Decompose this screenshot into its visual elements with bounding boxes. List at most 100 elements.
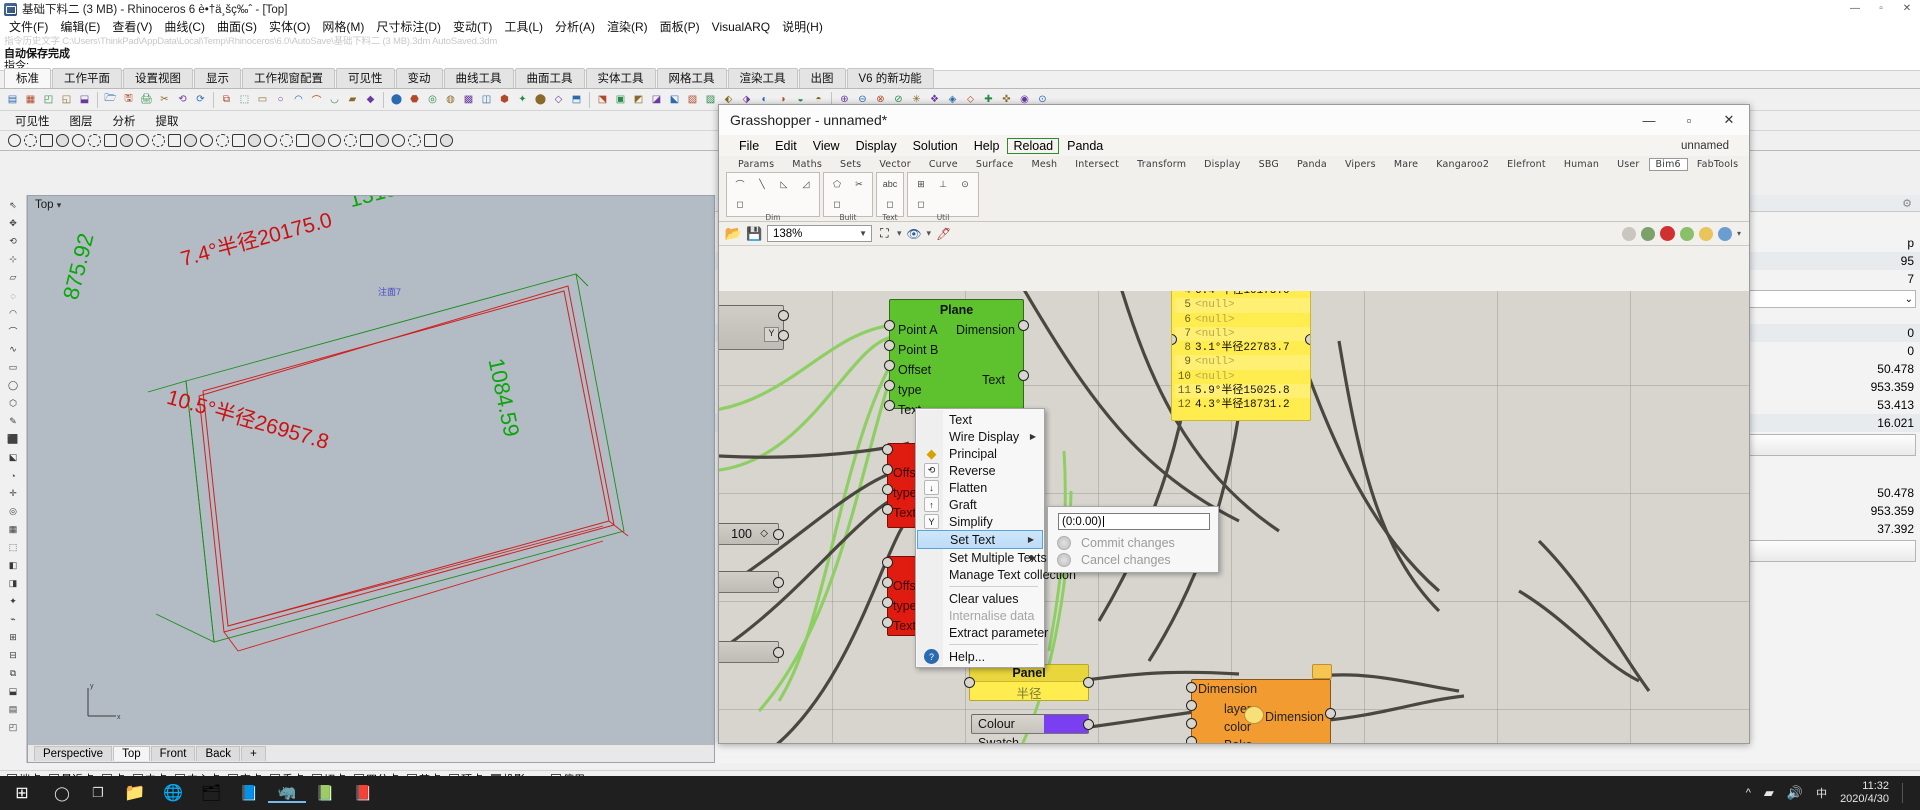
node-input-nub[interactable] [1186, 736, 1197, 743]
rhino-shape-icon-16[interactable] [264, 134, 277, 147]
rhino-tool-icon-11[interactable]: ⧉ [218, 91, 235, 108]
gh-ribbon-tab-user[interactable]: User [1608, 159, 1648, 170]
rhino-menu-item-1[interactable]: 编辑(E) [54, 18, 106, 35]
viewport-tool-icon-26[interactable]: ⧉ [4, 666, 23, 681]
gh-ribbon-tab-maths[interactable]: Maths [783, 159, 831, 170]
gh-ribbon-tab-params[interactable]: Params [729, 159, 783, 170]
rhino-tool-icon-37[interactable]: ▨ [702, 91, 719, 108]
rhino-tool-icon-3[interactable]: ◱ [58, 91, 75, 108]
rhino-tool-icon-28[interactable]: ⬤ [532, 91, 549, 108]
rhino-tab-12[interactable]: 出图 [798, 68, 846, 88]
node-output-nub[interactable] [773, 647, 784, 658]
rhino-tool-icon-31[interactable]: ⬔ [594, 91, 611, 108]
node-warning-badge[interactable] [1312, 664, 1332, 679]
viewport-tool-icon-27[interactable]: ⬓ [4, 684, 23, 699]
gh-component-button-extra-2[interactable]: ◻ [880, 195, 900, 213]
rhino-menu-item-9[interactable]: 工具(L) [498, 18, 549, 35]
rhino-menu-item-12[interactable]: 面板(P) [654, 18, 706, 35]
rhino-shape-icon-1[interactable] [24, 134, 37, 147]
menu-item-help[interactable]: ? Help... [916, 648, 1044, 665]
widget-icon-4[interactable] [1679, 226, 1694, 241]
show-desktop-button[interactable] [1902, 783, 1908, 803]
rhino-tool-icon-25[interactable]: ◫ [478, 91, 495, 108]
rhino-menu-item-5[interactable]: 实体(O) [263, 18, 316, 35]
menu-item-graft[interactable]: ↑ Graft [916, 496, 1044, 513]
viewport-tool-icon-6[interactable]: ◠ [4, 306, 23, 321]
viewport-tool-icon-19[interactable]: ⬚ [4, 540, 23, 555]
preview-eye-icon[interactable]: 👁 [906, 225, 923, 242]
gh-ribbon-tab-mare[interactable]: Mare [1385, 159, 1427, 170]
rhino-tool-icon-8[interactable]: ✂ [156, 91, 173, 108]
node-input-nub[interactable] [1186, 700, 1197, 711]
node-number-100[interactable]: 100 ◇ [719, 523, 784, 545]
rhino-tab-11[interactable]: 渲染工具 [727, 68, 798, 88]
menu-item-extract-parameter[interactable]: Extract parameter [916, 624, 1048, 641]
rhino-tool-icon-0[interactable]: ▤ [4, 91, 21, 108]
minimize-icon[interactable]: — [1842, 0, 1868, 17]
tray-expand-icon[interactable]: ^ [1746, 787, 1751, 799]
node-output-nub[interactable] [778, 330, 789, 341]
gh-ribbon-tab-sets[interactable]: Sets [831, 159, 870, 170]
rhino-tool-icon-27[interactable]: ✦ [514, 91, 531, 108]
viewport-tool-icon-12[interactable]: ✎ [4, 414, 23, 429]
rhino-shape-icon-26[interactable] [424, 134, 437, 147]
viewport-tool-icon-2[interactable]: ⟲ [4, 234, 23, 249]
taskview-icon[interactable]: ❐ [80, 785, 116, 801]
viewport-tool-icon-17[interactable]: ◎ [4, 504, 23, 519]
rhino-tool-icon-34[interactable]: ◪ [648, 91, 665, 108]
gh-menu-file[interactable]: File [731, 139, 767, 153]
rhino-shape-icon-13[interactable] [216, 134, 229, 147]
node-input-nub[interactable] [884, 340, 895, 351]
node-output-nub[interactable] [1018, 370, 1029, 381]
node-input-nub[interactable] [882, 617, 893, 628]
rhino-tab-8[interactable]: 曲面工具 [514, 68, 585, 88]
set-text-submenu[interactable]: (0:0.00) Commit changes Cancel changes [1047, 506, 1219, 573]
rhino-tool-icon-22[interactable]: ◎ [424, 91, 441, 108]
rhino-menu-item-3[interactable]: 曲线(C) [158, 18, 211, 35]
close-icon[interactable]: ✕ [1894, 0, 1920, 17]
rhino-menu-item-4[interactable]: 曲面(S) [211, 18, 263, 35]
menu-item-wire-display[interactable]: Wire Display ▶ [916, 428, 1044, 445]
rhino-tool-icon-36[interactable]: ▧ [684, 91, 701, 108]
node-input-nub[interactable] [882, 557, 893, 568]
node-input-nub[interactable] [964, 677, 975, 688]
gh-component-button-0-0[interactable]: ⌒ [730, 175, 750, 193]
gh-ribbon-tab-display[interactable]: Display [1195, 159, 1249, 170]
rhino-tab-3[interactable]: 显示 [194, 68, 241, 88]
rhino-menu-item-11[interactable]: 渲染(R) [601, 18, 654, 35]
node-input-nub[interactable] [884, 380, 895, 391]
rhino-tool-icon-1[interactable]: ▦ [22, 91, 39, 108]
gh-menu-reload[interactable]: Reload [1007, 137, 1060, 154]
rhino-tool-icon-21[interactable]: ⬣ [406, 91, 423, 108]
viewport-tab-perspective[interactable]: Perspective [34, 746, 113, 761]
rhino-menu-item-0[interactable]: 文件(F) [3, 18, 54, 35]
viewport-tool-icon-23[interactable]: ⌁ [4, 612, 23, 627]
rhino-tool-icon-12[interactable]: ⬚ [236, 91, 253, 108]
widget-icon-1[interactable] [1621, 226, 1636, 241]
widget-icon-2[interactable] [1640, 226, 1655, 241]
node-number-5[interactable]: 5 [719, 571, 784, 593]
viewport-tool-icon-7[interactable]: ⌒ [4, 324, 23, 339]
gh-menu-view[interactable]: View [805, 139, 848, 153]
folder-icon[interactable]: 🗂 [192, 783, 230, 803]
rhino-shape-icon-9[interactable] [152, 134, 165, 147]
excel-icon[interactable]: 📗 [306, 784, 344, 802]
node-input-nub[interactable] [1186, 682, 1197, 693]
toolbar-label-layer[interactable]: 图层 [61, 113, 102, 129]
gh-component-button-1-1[interactable]: ✂ [849, 175, 869, 193]
viewport-tab-back[interactable]: Back [196, 746, 241, 761]
rhino-menu-item-7[interactable]: 尺寸标注(D) [370, 18, 447, 35]
rhino-tab-13[interactable]: V6 的新功能 [846, 68, 934, 88]
rhino-tab-10[interactable]: 网格工具 [656, 68, 727, 88]
gh-component-button-0-2[interactable]: ◺ [774, 175, 794, 193]
network-icon[interactable]: ▰ [1764, 785, 1774, 801]
node-output-nub[interactable] [773, 577, 784, 588]
rhino-tab-7[interactable]: 曲线工具 [443, 68, 514, 88]
pdf-icon[interactable]: 📕 [344, 784, 382, 802]
rhino-viewport-top[interactable]: Top ▾ 875.92 7.4°半径20175.0 1084.59 10.5°… [27, 195, 715, 763]
grasshopper-canvas[interactable]: Y Plane Point A Point B Offset type Text… [719, 291, 1749, 743]
rhino-shape-icon-0[interactable] [8, 134, 21, 147]
viewport-tool-icon-20[interactable]: ◧ [4, 558, 23, 573]
rhino-tab-0[interactable]: 标准 [4, 68, 51, 88]
rhino-tab-6[interactable]: 变动 [395, 68, 443, 88]
